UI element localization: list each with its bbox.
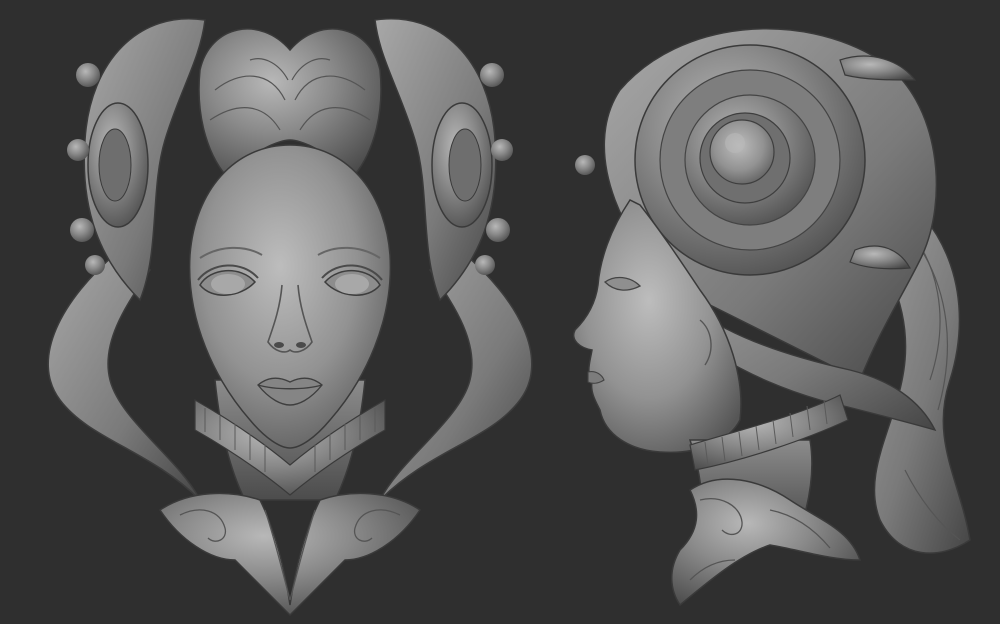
profile-bead [575,155,595,175]
render-viewport [0,0,1000,624]
profile-spiral-horn [634,44,866,276]
sculpt-render [0,0,1000,624]
